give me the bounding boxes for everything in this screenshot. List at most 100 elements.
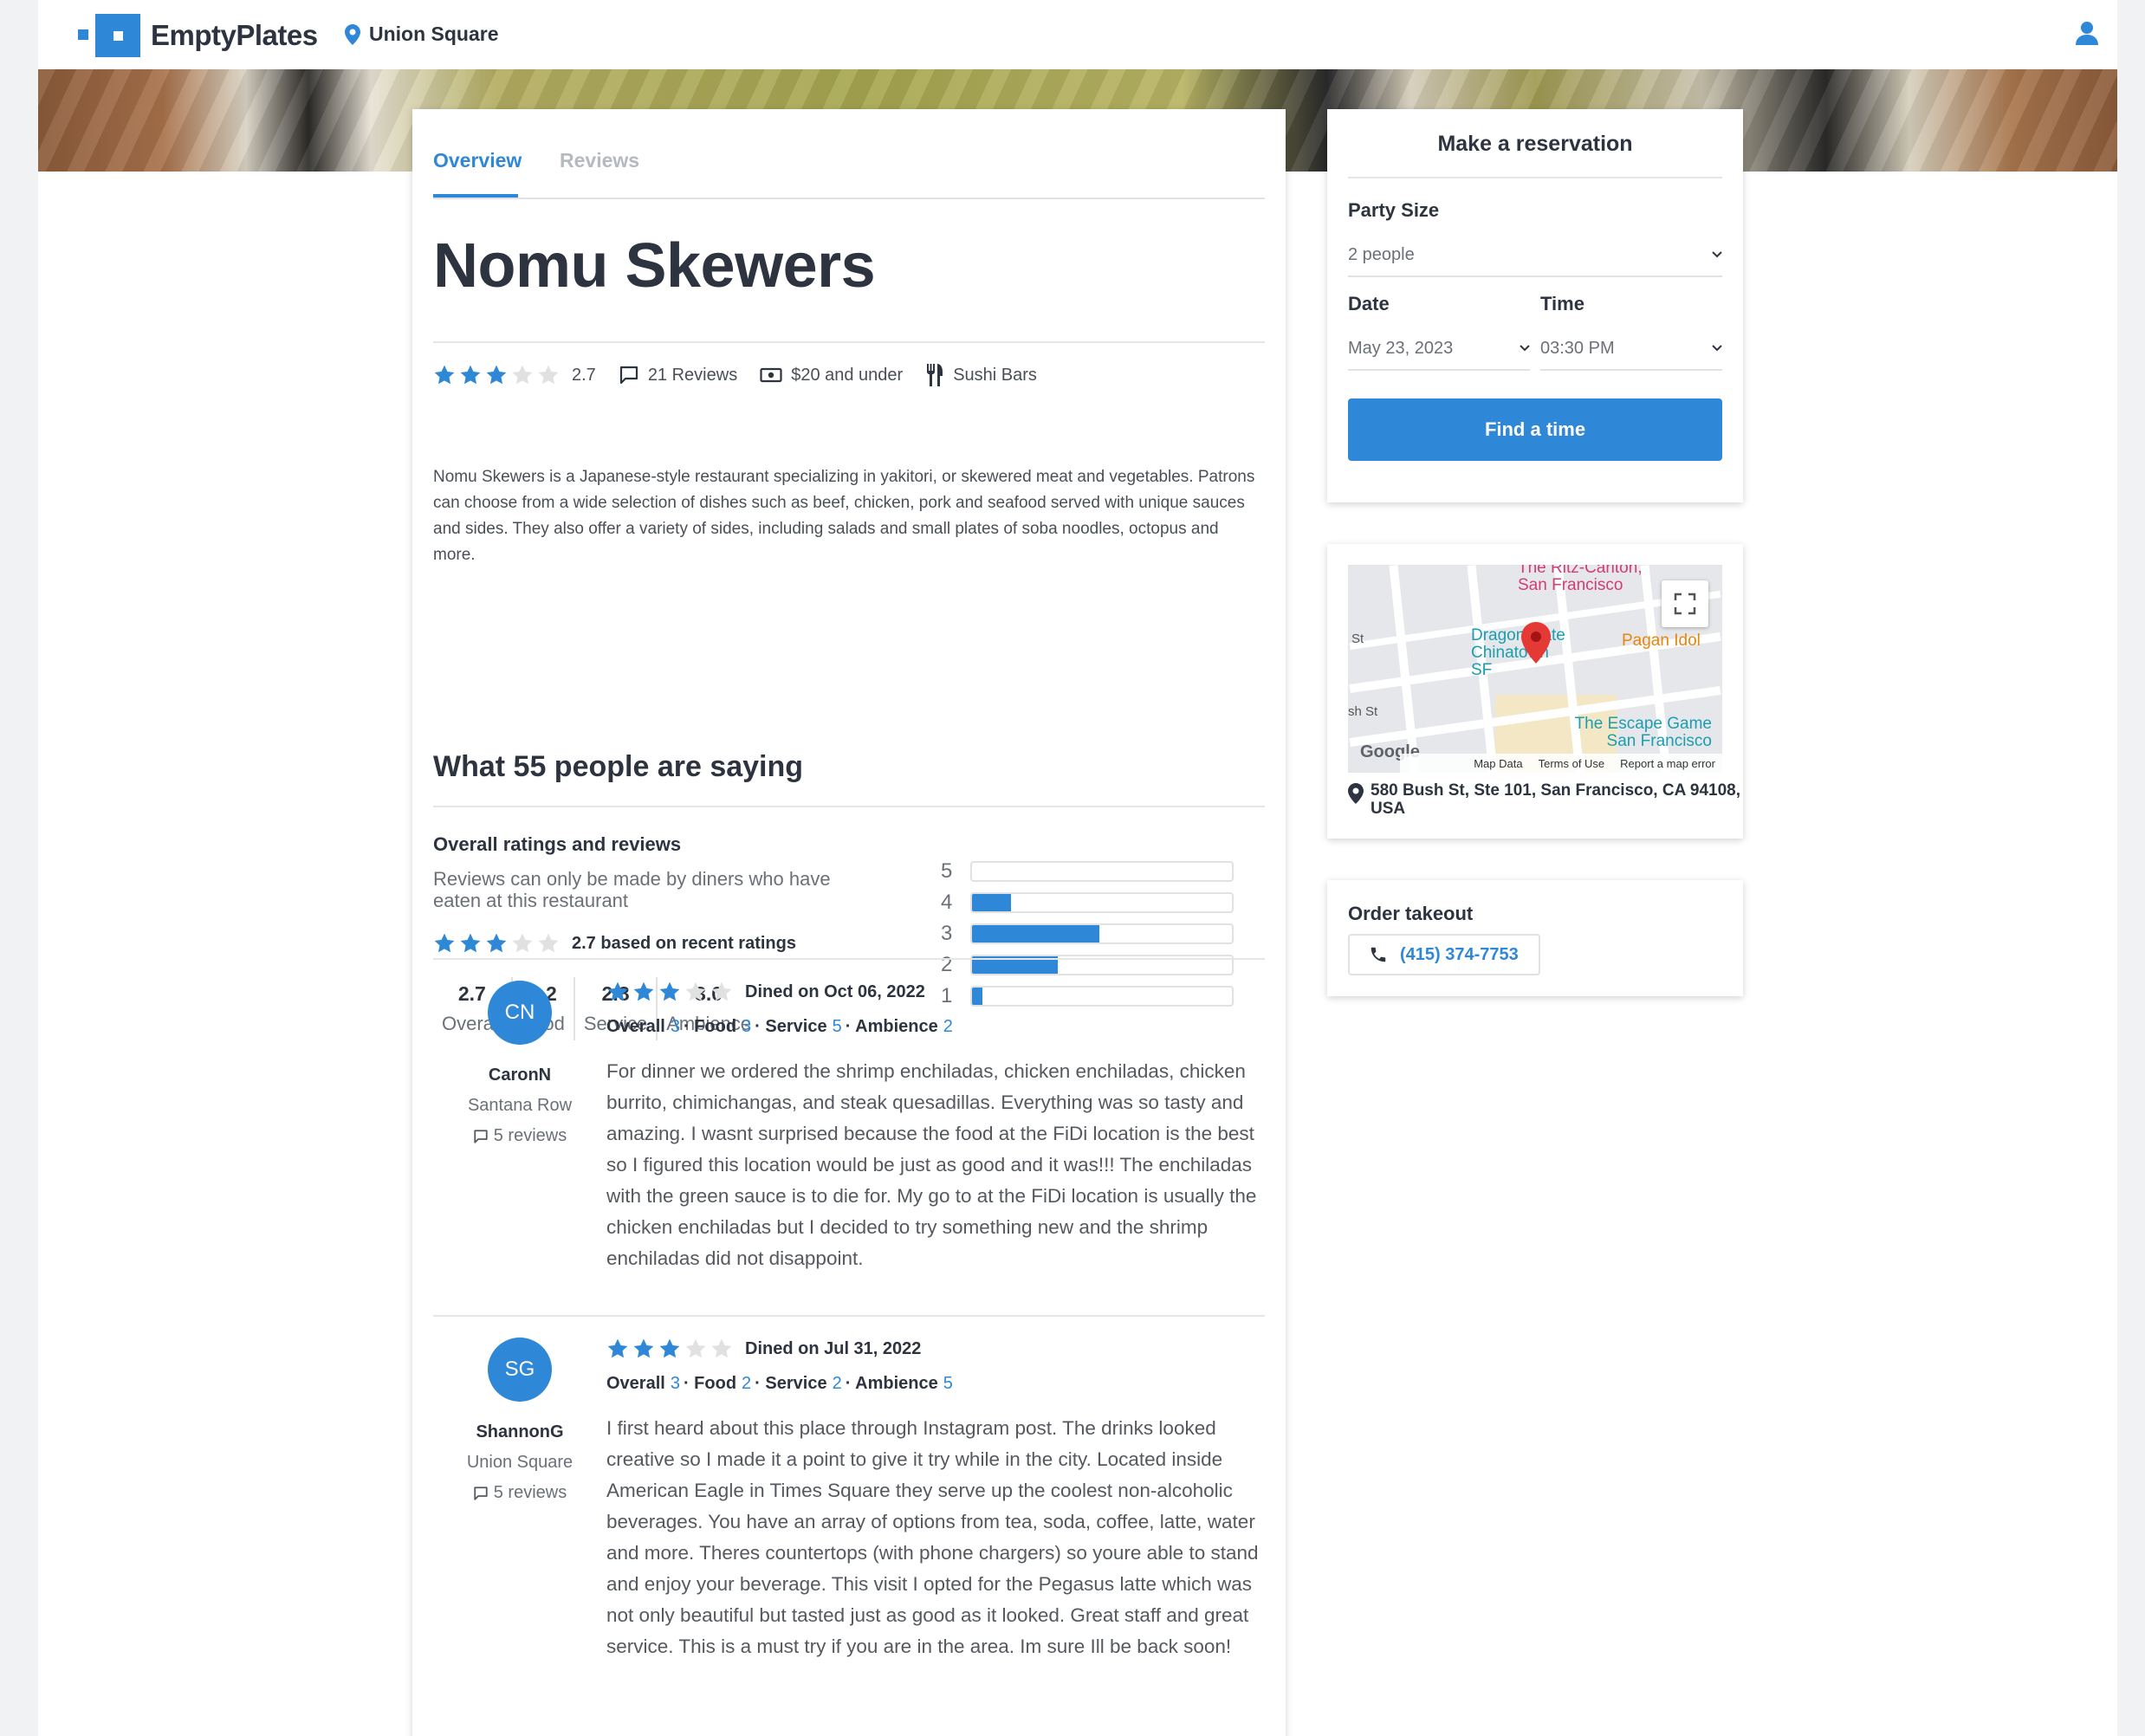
map-street-label: sh St [1348,704,1378,719]
reviews-count-item[interactable]: 21 Reviews [619,365,737,385]
reviewer-name[interactable]: CaronN [433,1066,606,1085]
ratings-subtitle: Reviews can only be made by diners who h… [433,868,831,911]
score-value: 3 [670,1017,680,1036]
star-icon [512,365,533,385]
find-a-time-button[interactable]: Find a time [1348,398,1722,461]
phone-number: (415) 374-7753 [1400,944,1519,964]
avatar[interactable]: SG [488,1338,552,1402]
location-selector[interactable]: Union Square [345,23,499,46]
reviews-count: 21 Reviews [647,365,738,385]
phone-button[interactable]: (415) 374-7753 [1348,934,1540,975]
map-street-label: St [1351,632,1364,646]
review-stars [606,1338,736,1360]
star-icon [711,981,732,1001]
star-icon [538,365,559,385]
fork-knife-icon [927,364,943,386]
review-count-label: 5 reviews [493,1483,567,1502]
party-size-select[interactable]: 2 people [1348,234,1722,277]
map-place-label[interactable]: The Ritz-Carlton, San Francisco [1518,565,1674,594]
cuisine-item: Sushi Bars [925,364,1037,386]
score-value: 5 [943,1374,953,1393]
restaurant-address: 580 Bush St, Ste 101, San Francisco, CA … [1348,781,1743,818]
score-label: Overall [606,1017,665,1036]
distribution-row[interactable]: 3 [941,918,1234,949]
distribution-bar [970,923,1234,944]
review-header: Dined on Jul 31, 2022 [606,1338,1265,1360]
party-size-label: Party Size [1348,199,1440,221]
review-text: For dinner we ordered the shrimp enchila… [606,1060,1257,1269]
comment-icon [474,1486,488,1500]
reservation-title: Make a reservation [1437,132,1633,156]
location-pin-icon [1348,783,1364,804]
review-item: SG ShannonG Union Square 5 reviews Dined… [433,1338,1265,1736]
star-icon [685,1338,706,1358]
score-label: Overall [606,1374,665,1393]
reviewer-review-count: 5 reviews [433,1483,606,1503]
star-icon [711,1338,732,1358]
review-text: I first heard about this place through I… [606,1417,1259,1657]
review-body: Dined on Oct 06, 2022 Overall 3 · Food 3 · S… [606,981,1265,1274]
chevron-down-icon [1712,251,1722,258]
map-place-label[interactable]: Dragon Gate Chinatown SF [1471,627,1566,679]
tab-overview[interactable]: Overview [433,149,522,172]
phone-icon [1371,947,1386,962]
score-label: Service [765,1017,827,1036]
distribution-row[interactable]: 2 [941,949,1234,981]
distribution-bar-fill [972,894,1011,911]
score-label: Food [694,1374,737,1393]
map-place-label[interactable]: The Escape Game San Francisco [1556,716,1712,750]
star-icon [460,933,481,953]
divider [1348,177,1722,178]
reviewer-info: SG ShannonG Union Square 5 reviews [433,1338,606,1503]
divider [433,1315,1265,1317]
score-label: Ambience [855,1017,938,1036]
score-label: Service [765,1374,827,1393]
ratings-heading: What 55 people are saying [433,750,804,783]
distribution-star-label: 4 [941,891,953,914]
address-text: 580 Bush St, Ste 101, San Francisco, CA … [1371,781,1740,818]
fullscreen-icon [1674,593,1696,615]
map-place-label[interactable]: Pagan Idol [1622,632,1722,650]
location-pin-icon [345,23,360,45]
rating-value: 2.7 [572,365,596,385]
date-select[interactable]: May 23, 2023 [1348,327,1530,371]
restaurant-details-card: Overview Reviews Nomu Skewers 2.7 21 Rev… [412,109,1286,1736]
restaurant-meta: 2.7 21 Reviews $20 and under Sushi Bars [433,364,1060,386]
date-value: May 23, 2023 [1348,338,1454,358]
reviewer-location: Santana Row [467,1096,573,1115]
map-data-link[interactable]: Map Data [1474,757,1522,770]
divider [433,806,1265,807]
top-navigation-bar: EmptyPlates Union Square [38,0,2117,69]
map-view[interactable]: The Ritz-Carlton, San Francisco Dragon G… [1348,565,1722,773]
star-icon [659,981,680,1001]
comment-icon [474,1129,488,1143]
report-error-link[interactable]: Report a map error [1620,757,1715,770]
review-header: Dined on Oct 06, 2022 [606,981,1265,1003]
review-count-label: 5 reviews [493,1126,567,1145]
divider [433,958,1265,960]
reviewer-name[interactable]: ShannonG [433,1422,606,1442]
brand-logo[interactable]: EmptyPlates [78,14,318,57]
restaurant-name: Nomu Skewers [433,231,876,301]
star-icon [633,981,654,1001]
reviewer-info: CN CaronN Santana Row 5 reviews [433,981,606,1146]
terms-link[interactable]: Terms of Use [1539,757,1605,770]
overall-ratings-title: Overall ratings and reviews [433,833,682,855]
dined-date: Dined on Jul 31, 2022 [745,1338,922,1358]
location-card: The Ritz-Carlton, San Francisco Dragon G… [1327,544,1743,839]
star-icon [434,365,455,385]
star-icon [434,933,455,953]
distribution-row[interactable]: 5 [941,856,1234,887]
star-icon [607,981,628,1001]
fullscreen-button[interactable] [1662,580,1708,627]
star-icon [486,365,507,385]
tab-reviews[interactable]: Reviews [560,149,639,172]
review-body: Dined on Jul 31, 2022 Overall 3 · Food 2 · S… [606,1338,1265,1662]
tab-bar: Overview Reviews [433,149,1265,199]
user-icon[interactable] [2076,21,2098,49]
logo-icon [78,14,142,57]
distribution-row[interactable]: 4 [941,887,1234,918]
star-icon [659,1338,680,1358]
time-select[interactable]: 03:30 PM [1540,327,1722,371]
avatar[interactable]: CN [488,981,552,1045]
